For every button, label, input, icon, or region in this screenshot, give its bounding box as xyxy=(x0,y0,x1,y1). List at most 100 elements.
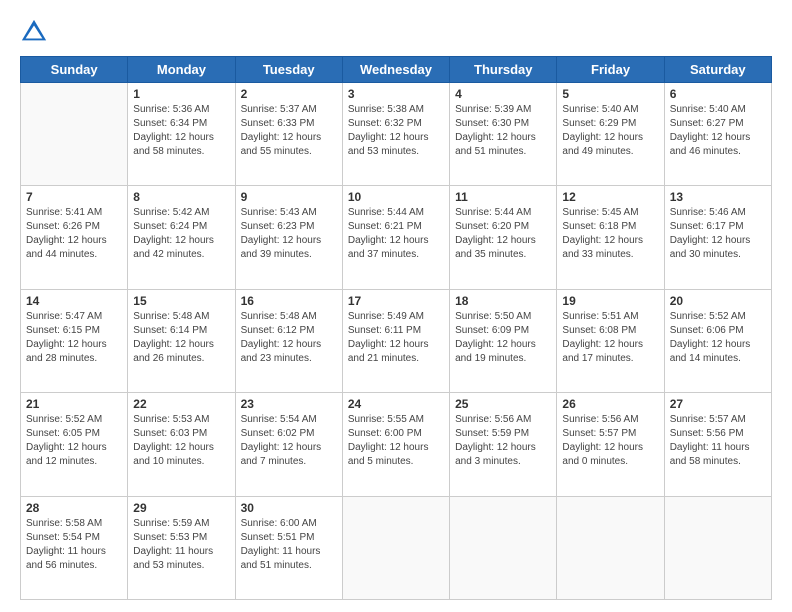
calendar-cell: 17Sunrise: 5:49 AMSunset: 6:11 PMDayligh… xyxy=(342,289,449,392)
day-number: 30 xyxy=(241,501,337,515)
calendar-cell: 14 Sunrise: 5:47 AMSunset: 6:15 PMDayligh… xyxy=(21,289,128,392)
calendar-cell xyxy=(342,496,449,599)
day-number: 5 xyxy=(562,87,658,101)
day-number: 11 xyxy=(455,190,551,204)
day-number: 16 xyxy=(241,294,337,308)
calendar-cell: 28Sunrise: 5:58 AMSunset: 5:54 PMDayligh… xyxy=(21,496,128,599)
calendar-cell: 20 Sunrise: 5:52 AMSunset: 6:06 PMDayligh… xyxy=(664,289,771,392)
calendar-cell: 29 Sunrise: 5:59 AMSunset: 5:53 PMDayligh… xyxy=(128,496,235,599)
logo-icon xyxy=(20,18,48,46)
day-detail: Sunrise: 5:47 AMSunset: 6:15 PMDaylight:… xyxy=(26,310,122,366)
day-detail: Sunrise: 5:42 AMSunset: 6:24 PMDaylight:… xyxy=(133,206,229,262)
weekday-header-tuesday: Tuesday xyxy=(235,57,342,83)
day-detail: Sunrise: 5:44 AMSunset: 6:20 PMDaylight:… xyxy=(455,206,551,262)
calendar-cell: 26 Sunrise: 5:56 AMSunset: 5:57 PMDayligh… xyxy=(557,393,664,496)
calendar-cell: 1 Sunrise: 5:36 AMSunset: 6:34 PMDaylight… xyxy=(128,83,235,186)
day-number: 6 xyxy=(670,87,766,101)
day-detail: Sunrise: 5:55 AMSunset: 6:00 PMDaylight:… xyxy=(348,413,444,469)
calendar-week-row: 21 Sunrise: 5:52 AMSunset: 6:05 PMDayligh… xyxy=(21,393,772,496)
day-number: 1 xyxy=(133,87,229,101)
day-number: 28 xyxy=(26,501,122,515)
calendar-cell: 9 Sunrise: 5:43 AMSunset: 6:23 PMDaylight… xyxy=(235,186,342,289)
day-detail: Sunrise: 5:56 AMSunset: 5:59 PMDaylight:… xyxy=(455,413,551,469)
calendar-cell: 10 Sunrise: 5:44 AMSunset: 6:21 PMDayligh… xyxy=(342,186,449,289)
day-number: 18 xyxy=(455,294,551,308)
calendar-cell: 27 Sunrise: 5:57 AMSunset: 5:56 PMDayligh… xyxy=(664,393,771,496)
day-number: 27 xyxy=(670,397,766,411)
day-number: 7 xyxy=(26,190,122,204)
calendar-table: SundayMondayTuesdayWednesdayThursdayFrid… xyxy=(20,56,772,600)
day-number: 2 xyxy=(241,87,337,101)
day-number: 24 xyxy=(348,397,444,411)
calendar-cell xyxy=(557,496,664,599)
calendar-cell: 12 Sunrise: 5:45 AMSunset: 6:18 PMDayligh… xyxy=(557,186,664,289)
calendar-cell: 8 Sunrise: 5:42 AMSunset: 6:24 PMDaylight… xyxy=(128,186,235,289)
day-detail: Sunrise: 5:52 AMSunset: 6:06 PMDaylight:… xyxy=(670,310,766,366)
calendar-cell xyxy=(450,496,557,599)
weekday-header-thursday: Thursday xyxy=(450,57,557,83)
day-number: 20 xyxy=(670,294,766,308)
day-detail: Sunrise: 5:36 AMSunset: 6:34 PMDaylight:… xyxy=(133,103,229,159)
weekday-header-row: SundayMondayTuesdayWednesdayThursdayFrid… xyxy=(21,57,772,83)
day-detail: Sunrise: 5:48 AMSunset: 6:12 PMDaylight:… xyxy=(241,310,337,366)
calendar-cell: 3Sunrise: 5:38 AMSunset: 6:32 PMDaylight… xyxy=(342,83,449,186)
day-detail: Sunrise: 5:41 AMSunset: 6:26 PMDaylight:… xyxy=(26,206,122,262)
weekday-header-saturday: Saturday xyxy=(664,57,771,83)
weekday-header-wednesday: Wednesday xyxy=(342,57,449,83)
calendar-cell xyxy=(21,83,128,186)
calendar-week-row: 14 Sunrise: 5:47 AMSunset: 6:15 PMDayligh… xyxy=(21,289,772,392)
day-number: 14 xyxy=(26,294,122,308)
day-detail: Sunrise: 6:00 AMSunset: 5:51 PMDaylight:… xyxy=(241,517,337,573)
calendar-cell: 2Sunrise: 5:37 AMSunset: 6:33 PMDaylight… xyxy=(235,83,342,186)
calendar-cell: 7 Sunrise: 5:41 AMSunset: 6:26 PMDaylight… xyxy=(21,186,128,289)
day-detail: Sunrise: 5:57 AMSunset: 5:56 PMDaylight:… xyxy=(670,413,766,469)
day-detail: Sunrise: 5:53 AMSunset: 6:03 PMDaylight:… xyxy=(133,413,229,469)
day-number: 25 xyxy=(455,397,551,411)
day-detail: Sunrise: 5:59 AMSunset: 5:53 PMDaylight:… xyxy=(133,517,229,573)
logo xyxy=(20,18,52,46)
day-detail: Sunrise: 5:39 AMSunset: 6:30 PMDaylight:… xyxy=(455,103,551,159)
day-number: 19 xyxy=(562,294,658,308)
day-number: 10 xyxy=(348,190,444,204)
day-number: 8 xyxy=(133,190,229,204)
day-detail: Sunrise: 5:38 AMSunset: 6:32 PMDaylight:… xyxy=(348,103,444,159)
weekday-header-monday: Monday xyxy=(128,57,235,83)
calendar-cell: 6 Sunrise: 5:40 AMSunset: 6:27 PMDaylight… xyxy=(664,83,771,186)
day-detail: Sunrise: 5:49 AMSunset: 6:11 PMDaylight:… xyxy=(348,310,444,366)
day-number: 15 xyxy=(133,294,229,308)
calendar-cell: 13Sunrise: 5:46 AMSunset: 6:17 PMDayligh… xyxy=(664,186,771,289)
day-number: 29 xyxy=(133,501,229,515)
day-detail: Sunrise: 5:56 AMSunset: 5:57 PMDaylight:… xyxy=(562,413,658,469)
day-number: 22 xyxy=(133,397,229,411)
calendar-week-row: 28Sunrise: 5:58 AMSunset: 5:54 PMDayligh… xyxy=(21,496,772,599)
day-number: 26 xyxy=(562,397,658,411)
day-detail: Sunrise: 5:48 AMSunset: 6:14 PMDaylight:… xyxy=(133,310,229,366)
day-detail: Sunrise: 5:40 AMSunset: 6:29 PMDaylight:… xyxy=(562,103,658,159)
day-number: 9 xyxy=(241,190,337,204)
calendar-cell: 21 Sunrise: 5:52 AMSunset: 6:05 PMDayligh… xyxy=(21,393,128,496)
day-number: 23 xyxy=(241,397,337,411)
day-detail: Sunrise: 5:52 AMSunset: 6:05 PMDaylight:… xyxy=(26,413,122,469)
calendar-cell: 24 Sunrise: 5:55 AMSunset: 6:00 PMDayligh… xyxy=(342,393,449,496)
day-detail: Sunrise: 5:44 AMSunset: 6:21 PMDaylight:… xyxy=(348,206,444,262)
calendar-cell: 5 Sunrise: 5:40 AMSunset: 6:29 PMDaylight… xyxy=(557,83,664,186)
calendar-cell: 23Sunrise: 5:54 AMSunset: 6:02 PMDayligh… xyxy=(235,393,342,496)
calendar-week-row: 1 Sunrise: 5:36 AMSunset: 6:34 PMDaylight… xyxy=(21,83,772,186)
calendar-cell: 19Sunrise: 5:51 AMSunset: 6:08 PMDayligh… xyxy=(557,289,664,392)
day-number: 4 xyxy=(455,87,551,101)
calendar-cell xyxy=(664,496,771,599)
page: SundayMondayTuesdayWednesdayThursdayFrid… xyxy=(0,0,792,612)
calendar-cell: 11 Sunrise: 5:44 AMSunset: 6:20 PMDayligh… xyxy=(450,186,557,289)
calendar-cell: 18 Sunrise: 5:50 AMSunset: 6:09 PMDayligh… xyxy=(450,289,557,392)
day-detail: Sunrise: 5:40 AMSunset: 6:27 PMDaylight:… xyxy=(670,103,766,159)
day-detail: Sunrise: 5:45 AMSunset: 6:18 PMDaylight:… xyxy=(562,206,658,262)
day-number: 21 xyxy=(26,397,122,411)
calendar-week-row: 7 Sunrise: 5:41 AMSunset: 6:26 PMDaylight… xyxy=(21,186,772,289)
weekday-header-friday: Friday xyxy=(557,57,664,83)
day-detail: Sunrise: 5:50 AMSunset: 6:09 PMDaylight:… xyxy=(455,310,551,366)
calendar-cell: 16 Sunrise: 5:48 AMSunset: 6:12 PMDayligh… xyxy=(235,289,342,392)
calendar-cell: 30 Sunrise: 6:00 AMSunset: 5:51 PMDayligh… xyxy=(235,496,342,599)
day-detail: Sunrise: 5:43 AMSunset: 6:23 PMDaylight:… xyxy=(241,206,337,262)
day-number: 12 xyxy=(562,190,658,204)
day-detail: Sunrise: 5:46 AMSunset: 6:17 PMDaylight:… xyxy=(670,206,766,262)
